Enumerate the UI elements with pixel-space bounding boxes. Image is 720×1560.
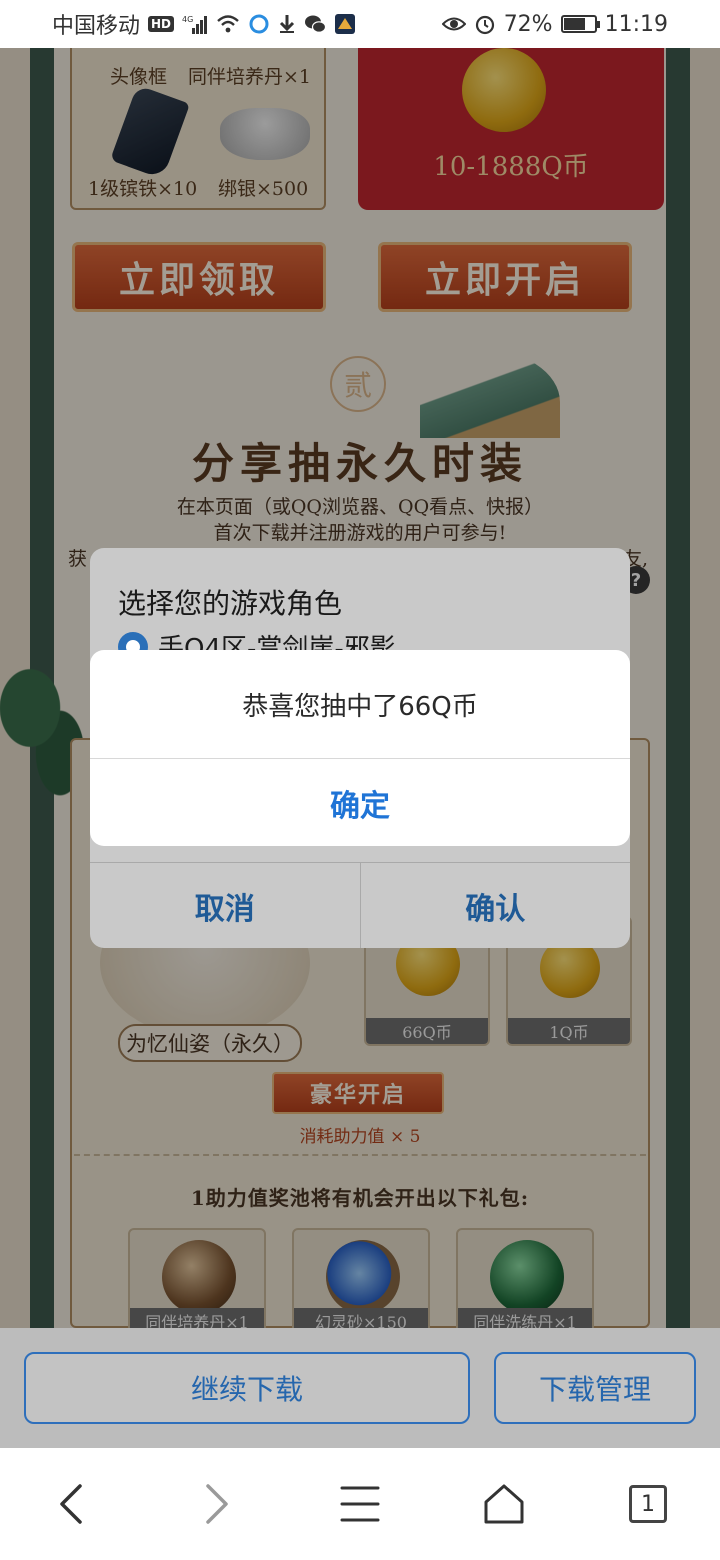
hd-badge: HD xyxy=(148,16,175,32)
battery-percent: 72% xyxy=(503,11,553,37)
forward-icon xyxy=(206,1484,228,1524)
game-app-icon xyxy=(334,13,356,35)
home-button[interactable] xyxy=(464,1464,544,1544)
home-icon xyxy=(484,1484,524,1524)
eye-comfort-icon xyxy=(441,15,466,33)
alarm-icon xyxy=(474,13,496,35)
wechat-icon xyxy=(304,14,327,34)
carrier-name: 中国移动 xyxy=(52,14,141,39)
download-manager-button[interactable]: 下载管理 xyxy=(494,1352,696,1424)
tab-count-icon: 1 xyxy=(629,1485,667,1523)
tabs-button[interactable]: 1 xyxy=(608,1464,688,1544)
continue-download-button[interactable]: 继续下载 xyxy=(24,1352,470,1424)
back-icon xyxy=(60,1484,82,1524)
confirm-role-button[interactable]: 确认 xyxy=(359,863,631,948)
role-dialog-title: 选择您的游戏角色 xyxy=(118,587,343,620)
clock: 11:19 xyxy=(604,11,668,37)
signal-icon: 4G xyxy=(182,14,208,34)
browser-nav-bar: 1 xyxy=(0,1448,720,1560)
cancel-button[interactable]: 取消 xyxy=(90,863,360,948)
back-button[interactable] xyxy=(32,1464,112,1544)
app-notification-icon xyxy=(248,13,270,35)
forward-button[interactable] xyxy=(176,1464,256,1544)
alert-message: 恭喜您抽中了66Q币 xyxy=(242,691,478,722)
menu-icon xyxy=(340,1486,380,1522)
svg-text:4G: 4G xyxy=(182,15,193,24)
alert-ok-button[interactable]: 确定 xyxy=(90,759,630,846)
congrats-alert: 恭喜您抽中了66Q币 确定 xyxy=(90,650,630,846)
wifi-icon xyxy=(216,14,240,34)
battery-icon xyxy=(560,15,600,33)
download-arrow-icon xyxy=(278,14,296,34)
download-bar: 继续下载 下载管理 xyxy=(0,1328,720,1448)
menu-button[interactable] xyxy=(320,1464,400,1544)
role-dialog-actions: 取消 确认 xyxy=(90,862,630,948)
status-bar: 中国移动 HD 4G 72% 11:19 xyxy=(0,0,720,48)
